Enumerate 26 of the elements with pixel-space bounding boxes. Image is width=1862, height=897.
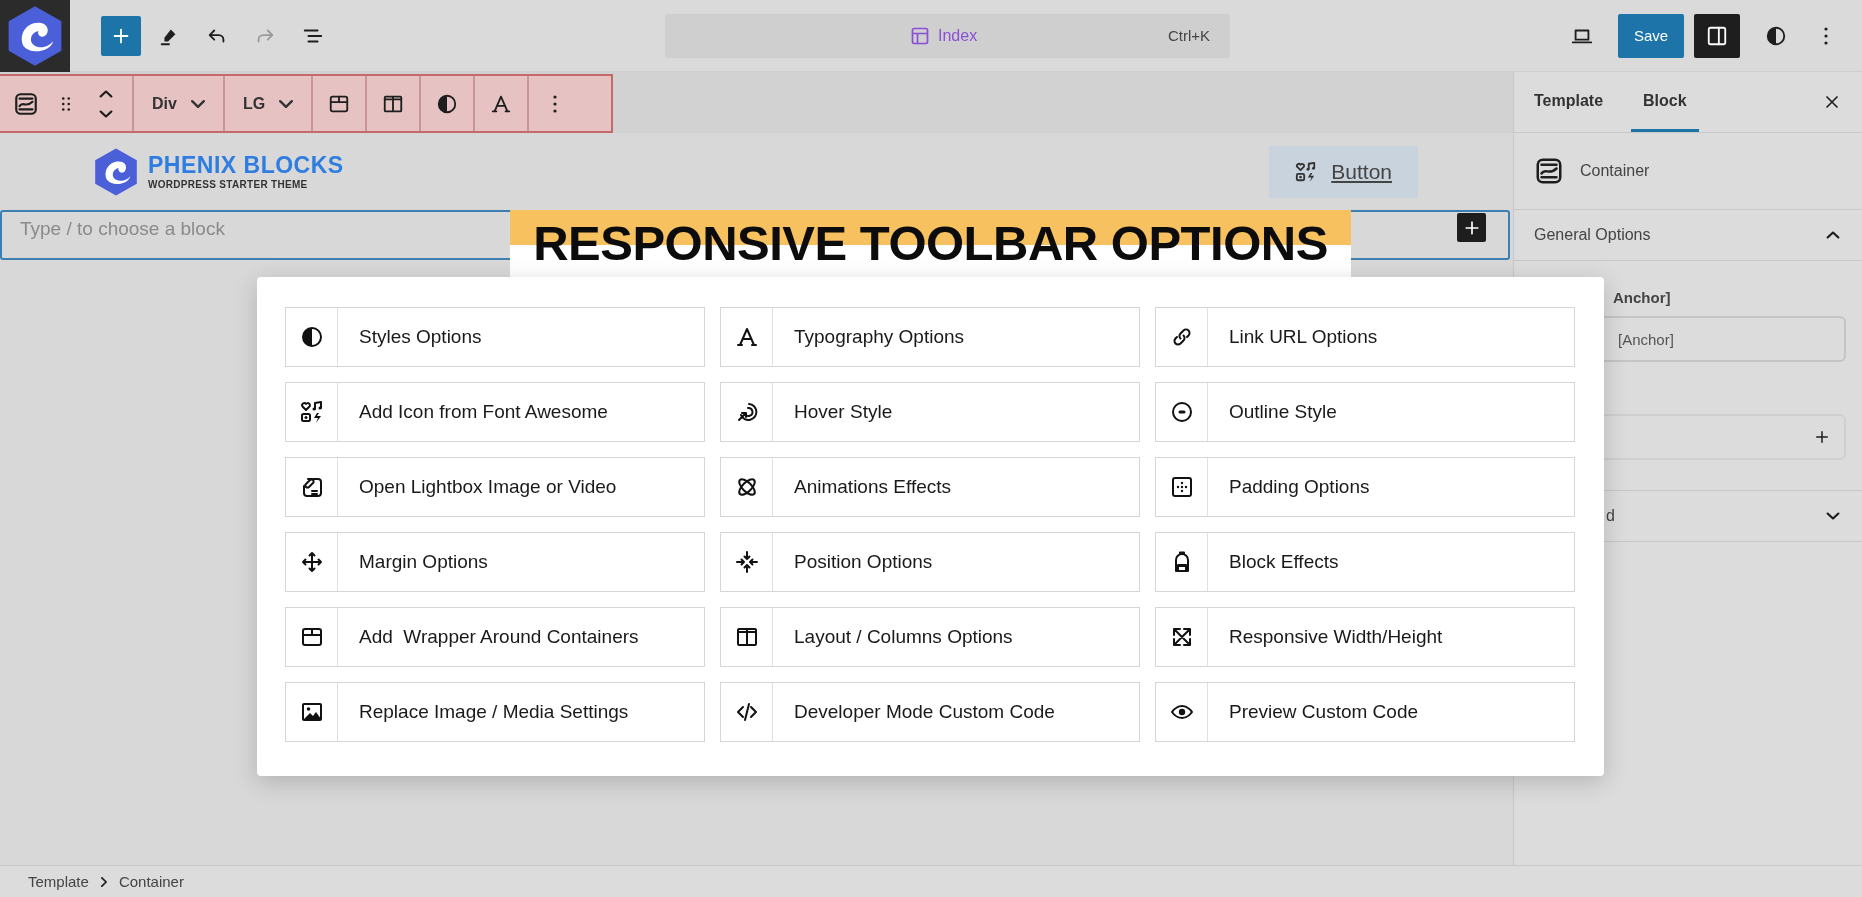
block-name: Container [1580,162,1650,180]
feature-label: Preview Custom Code [1228,700,1419,724]
feature-label: Replace Image / Media Settings [358,700,629,724]
heading-dialog: RESPONSIVE TOOLBAR OPTIONS [510,210,1351,277]
site-title: PHENIX BLOCKS [148,153,344,177]
appender-placeholder: Type / to choose a block [20,218,225,240]
feature-label: Link URL Options [1228,325,1378,349]
feature-label: Developer Mode Custom Code [793,700,1055,724]
feature-label: Block Effects [1228,550,1339,574]
feature-label: Layout / Columns Options [793,625,1013,649]
feature-label: Animations Effects [793,475,951,499]
page-title: Index [938,26,978,45]
feature-label: Padding Options [1228,475,1370,499]
feature-label: Outline Style [1228,400,1337,424]
feature-label: Responsive Width/Height [1228,625,1443,649]
feature-label: Open Lightbox Image or Video [358,475,617,499]
feature-label: Add Wrapper Around Containers [358,625,639,649]
feature-label: Add Icon from Font Awesome [358,400,608,424]
feature-label: Hover Style [793,400,893,424]
shortcut-hint: Ctrl+K [1167,27,1210,44]
feature-label: Margin Options [358,550,488,574]
feature-label: Position Options [793,550,933,574]
feature-label: Typography Options [793,325,965,349]
feature-label: Styles Options [358,325,482,349]
field-label: Anchor] [1613,289,1672,306]
site-tagline: WORDPRESS STARTER THEME [148,178,309,190]
